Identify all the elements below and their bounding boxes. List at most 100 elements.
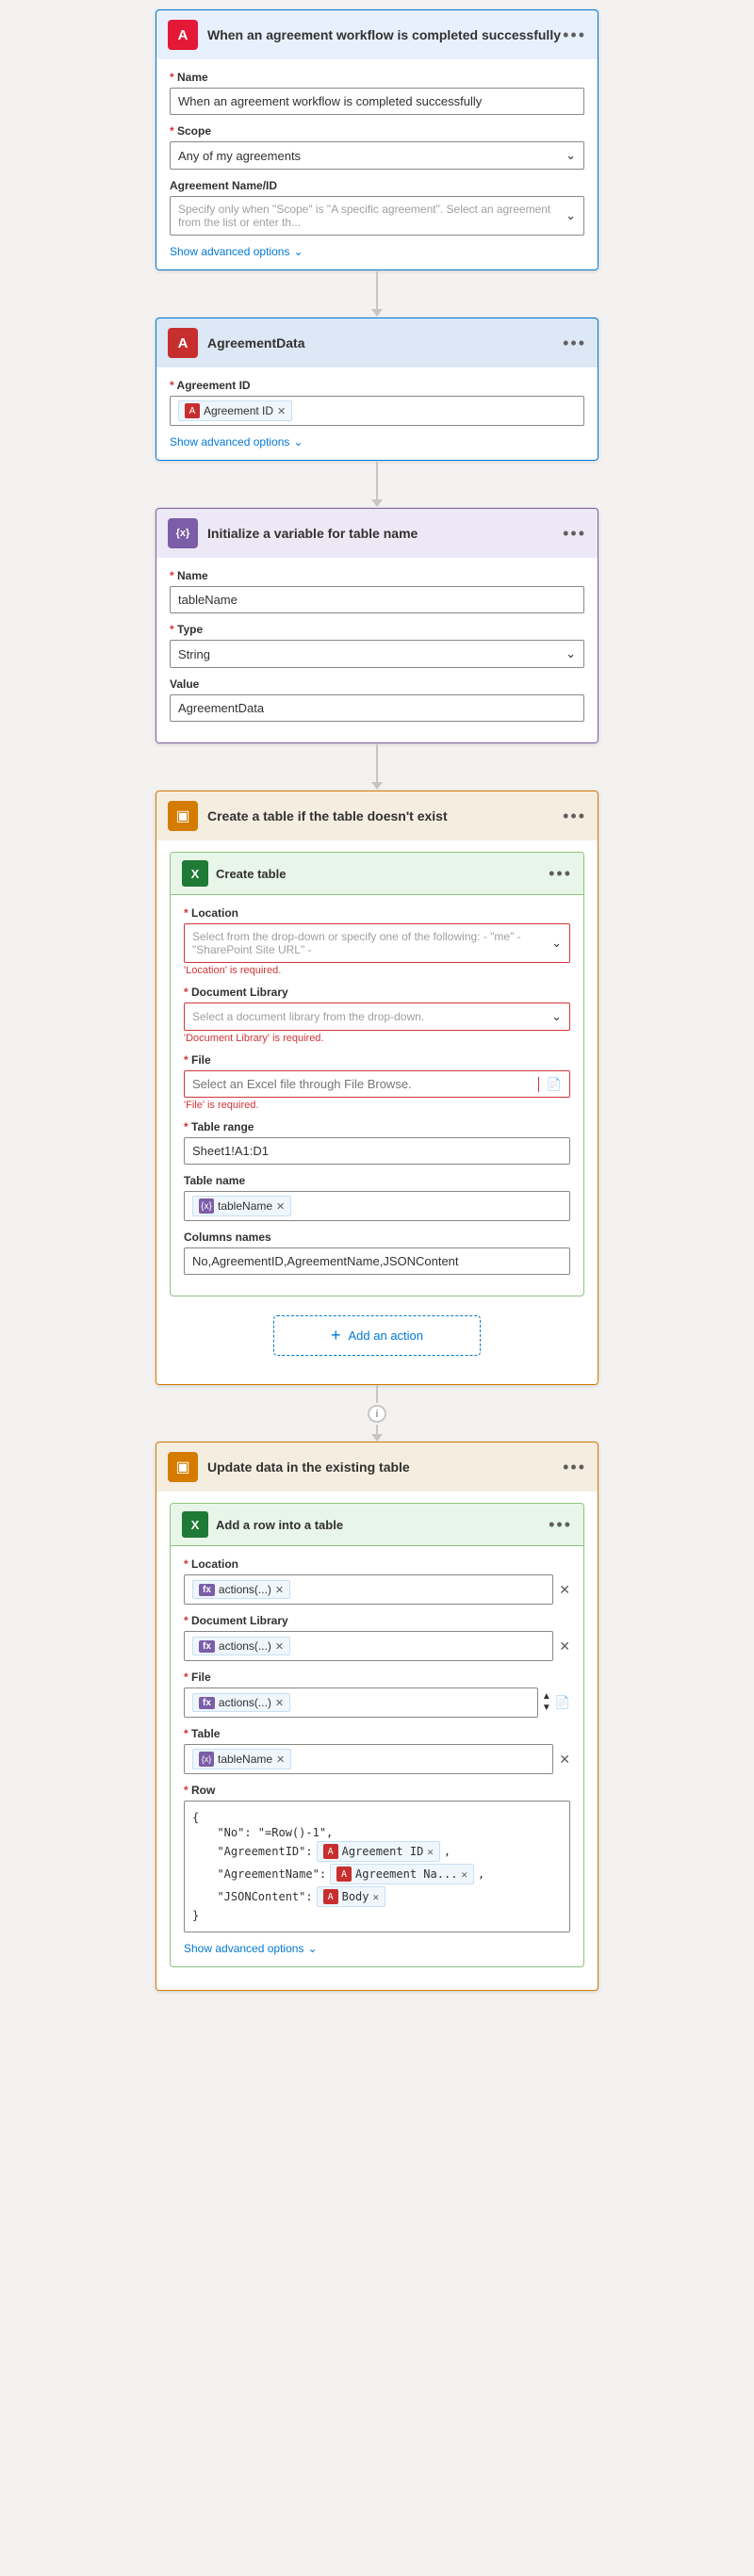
agreement-data-header: A AgreementData ••• xyxy=(156,318,598,367)
add-row-location-token-field[interactable]: fx actions(...) ✕ xyxy=(184,1574,553,1605)
json-agreementid-key: "AgreementID": xyxy=(204,1845,313,1858)
json-comma-2: , xyxy=(478,1867,484,1881)
agreement-id-token-close[interactable]: ✕ xyxy=(277,405,286,417)
add-row-file-token-field[interactable]: fx actions(...) ✕ xyxy=(184,1687,538,1718)
variable-value-label: Value xyxy=(170,677,584,691)
add-row-more-button[interactable]: ••• xyxy=(549,1515,572,1535)
variable-type-dropdown[interactable]: String ⌄ xyxy=(170,640,584,668)
variable-name-group: * Name xyxy=(170,569,584,613)
add-row-table-token-close[interactable]: ✕ xyxy=(276,1753,285,1766)
doclibrary-fx-icon: fx xyxy=(199,1640,215,1653)
add-row-table-label: * Table xyxy=(184,1727,570,1740)
add-action-container: + Add an action xyxy=(170,1308,584,1363)
tablename-token-close[interactable]: ✕ xyxy=(276,1200,285,1213)
add-row-row-json[interactable]: { "No": "=Row()-1", "AgreementID": A Agr… xyxy=(184,1801,570,1932)
condition-body: X Create table ••• * Location Select fro… xyxy=(156,840,598,1385)
json-line-close: } xyxy=(192,1909,562,1922)
agreement-id-token-field[interactable]: A Agreement ID ✕ xyxy=(170,396,584,426)
tablename-token-label: tableName xyxy=(218,1199,272,1213)
create-table-tablerange-input[interactable] xyxy=(184,1137,570,1165)
connector-4: i xyxy=(368,1385,386,1442)
variable-icon: {x} xyxy=(168,518,198,548)
update-data-more-button[interactable]: ••• xyxy=(563,1458,586,1477)
trigger-name-input[interactable] xyxy=(170,88,584,115)
agreement-id-label: * Agreement ID xyxy=(170,379,584,392)
chevron-down-icon-4: ⌄ xyxy=(293,435,303,448)
agreement-data-icon: A xyxy=(168,328,198,358)
file-stepper[interactable]: ▲ ▼ xyxy=(542,1691,551,1714)
agreement-name-row-token: A Agreement Na... ✕ xyxy=(330,1864,474,1884)
create-table-doclibrary-dropdown[interactable]: Select a document library from the drop-… xyxy=(184,1003,570,1031)
agreement-id-row-token-close[interactable]: ✕ xyxy=(427,1846,434,1858)
add-row-doclibrary-clear[interactable]: ✕ xyxy=(559,1639,570,1655)
agreement-name-row-token-close[interactable]: ✕ xyxy=(461,1868,467,1881)
add-row-advanced-link[interactable]: Show advanced options ⌄ xyxy=(184,1942,570,1955)
create-table-columns-group: Columns names xyxy=(184,1231,570,1275)
create-table-tablerange-label: * Table range xyxy=(184,1120,570,1133)
add-row-inner-body: * Location fx actions(...) ✕ ✕ xyxy=(171,1546,583,1966)
agreement-id-group: * Agreement ID A Agreement ID ✕ xyxy=(170,379,584,426)
create-table-file-input[interactable] xyxy=(185,1071,538,1097)
create-table-tablename-token: {x} tableName ✕ xyxy=(192,1196,291,1216)
add-action-button[interactable]: + Add an action xyxy=(273,1315,481,1356)
trigger-agreement-placeholder: Specify only when "Scope" is "A specific… xyxy=(178,203,566,229)
condition-more-button[interactable]: ••• xyxy=(563,807,586,826)
trigger-agreement-dropdown[interactable]: Specify only when "Scope" is "A specific… xyxy=(170,196,584,236)
create-table-tablename-field[interactable]: {x} tableName ✕ xyxy=(184,1191,570,1221)
trigger-advanced-link[interactable]: Show advanced options ⌄ xyxy=(170,245,584,258)
add-action-icon: + xyxy=(331,1326,341,1345)
add-row-doclibrary-token: fx actions(...) ✕ xyxy=(192,1637,290,1655)
json-line-agreementname: "AgreementName": A Agreement Na... ✕ , xyxy=(192,1864,562,1884)
agreement-id-token: A Agreement ID ✕ xyxy=(178,400,292,421)
file-browse-icon-2[interactable]: 📄 xyxy=(555,1695,570,1710)
create-table-file-group: * File 📄 'File' is required. xyxy=(184,1053,570,1111)
agreement-data-title: AgreementData xyxy=(207,335,563,351)
trigger-advanced-label: Show advanced options xyxy=(170,245,289,258)
json-line-jsoncontent: "JSONContent": A Body ✕ xyxy=(192,1886,562,1907)
add-row-table-clear[interactable]: ✕ xyxy=(559,1752,570,1768)
body-row-token-label: Body xyxy=(342,1890,369,1903)
add-row-file-token-label: actions(...) xyxy=(219,1696,271,1709)
chevron-down-icon: ⌄ xyxy=(566,148,576,163)
create-table-location-dropdown[interactable]: Select from the drop-down or specify one… xyxy=(184,923,570,963)
add-row-table-token-field[interactable]: {x} tableName ✕ xyxy=(184,1744,553,1774)
create-table-columns-input[interactable] xyxy=(184,1247,570,1275)
create-table-location-label: * Location xyxy=(184,906,570,920)
add-row-doclibrary-token-close[interactable]: ✕ xyxy=(275,1640,284,1653)
create-table-doclibrary-group: * Document Library Select a document lib… xyxy=(184,986,570,1044)
agreement-data-more-button[interactable]: ••• xyxy=(563,334,586,353)
connector-arrow-4 xyxy=(371,1434,383,1442)
tablename-token-icon: {x} xyxy=(199,1198,214,1214)
variable-type-label: * Type xyxy=(170,623,584,636)
variable-body: * Name * Type String ⌄ Value xyxy=(156,558,598,743)
file-browse-icon[interactable]: 📄 xyxy=(538,1077,569,1092)
body-row-token-close[interactable]: ✕ xyxy=(373,1891,380,1903)
create-table-location-group: * Location Select from the drop-down or … xyxy=(184,906,570,976)
json-line-agreementid: "AgreementID": A Agreement ID ✕ , xyxy=(192,1841,562,1862)
add-row-file-token-close[interactable]: ✕ xyxy=(275,1697,284,1709)
update-data-header: ▣ Update data in the existing table ••• xyxy=(156,1442,598,1492)
agreement-data-advanced-link[interactable]: Show advanced options ⌄ xyxy=(170,435,584,448)
add-row-table-field: {x} tableName ✕ ✕ xyxy=(184,1744,570,1774)
update-data-card: ▣ Update data in the existing table ••• … xyxy=(156,1442,598,1991)
trigger-agreement-name-label: Agreement Name/ID xyxy=(170,179,584,192)
add-row-location-clear[interactable]: ✕ xyxy=(559,1582,570,1598)
connector-line-3 xyxy=(376,744,378,782)
table-token-icon: {x} xyxy=(199,1752,214,1767)
create-table-more-button[interactable]: ••• xyxy=(549,864,572,884)
add-row-advanced-label: Show advanced options xyxy=(184,1942,303,1955)
add-row-title: Add a row into a table xyxy=(216,1518,549,1532)
add-row-location-token-close[interactable]: ✕ xyxy=(275,1584,284,1596)
variable-more-button[interactable]: ••• xyxy=(563,524,586,544)
add-row-table-group: * Table {x} tableName ✕ ✕ xyxy=(184,1727,570,1774)
variable-value-input[interactable] xyxy=(170,694,584,722)
trigger-scope-dropdown[interactable]: Any of my agreements ⌄ xyxy=(170,141,584,170)
body-row-token-icon: A xyxy=(323,1889,338,1904)
agreement-id-row-token-icon: A xyxy=(323,1844,338,1859)
trigger-more-button[interactable]: ••• xyxy=(563,25,586,45)
trigger-name-label: * Name xyxy=(170,71,584,84)
create-table-title: Create table xyxy=(216,867,549,881)
condition-icon: ▣ xyxy=(168,801,198,831)
add-row-doclibrary-token-field[interactable]: fx actions(...) ✕ xyxy=(184,1631,553,1661)
variable-name-input[interactable] xyxy=(170,586,584,613)
